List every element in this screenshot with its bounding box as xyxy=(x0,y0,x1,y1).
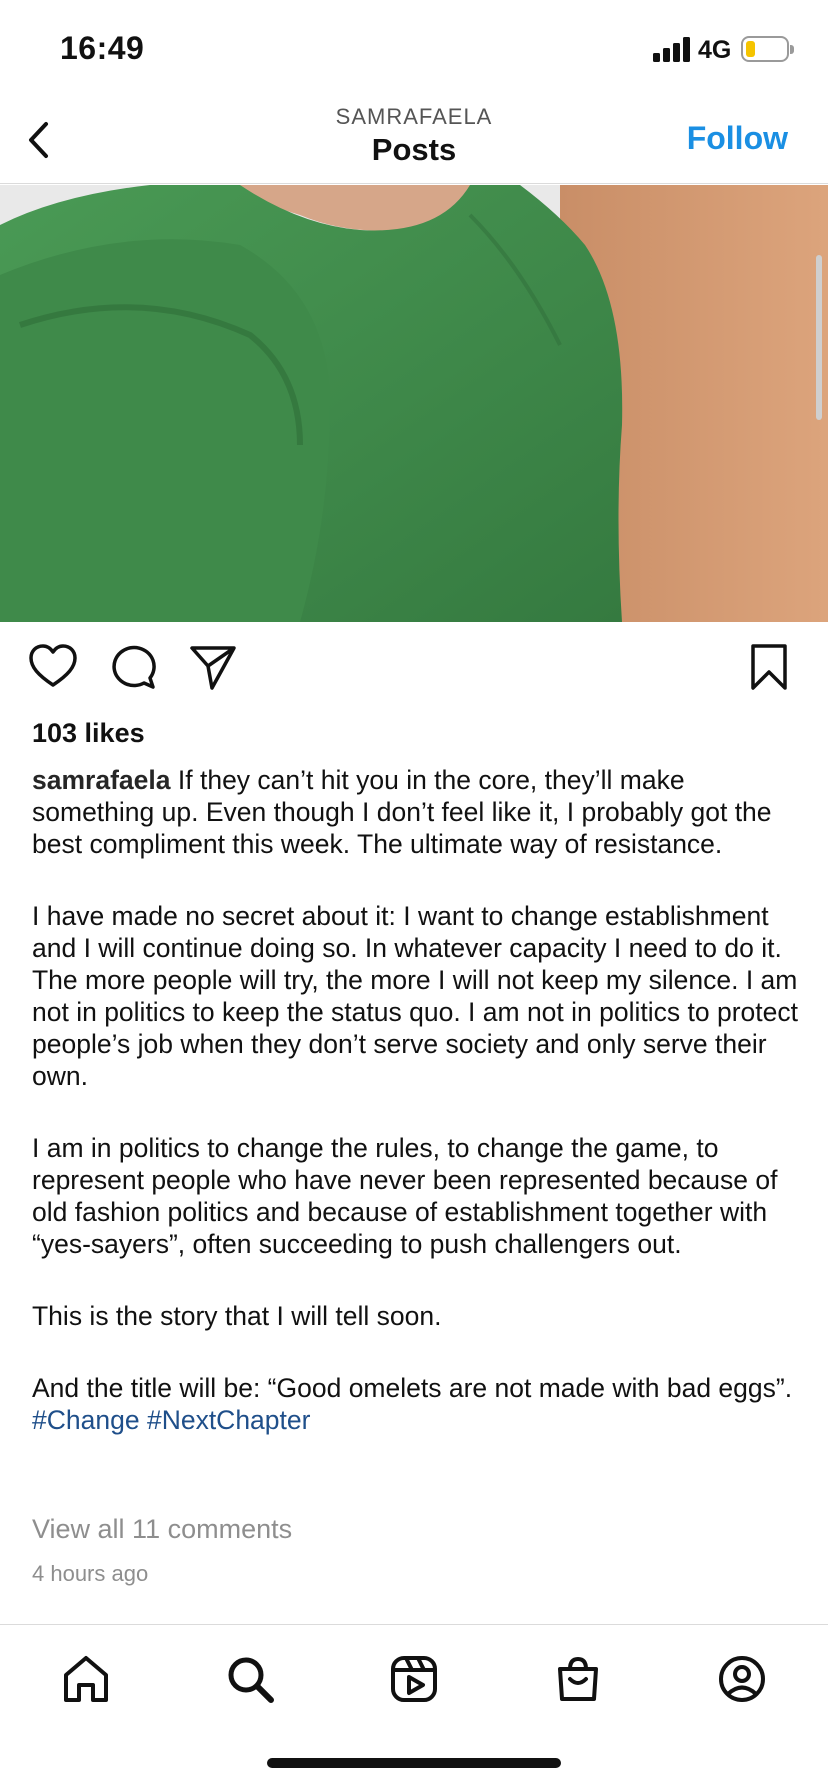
post-image[interactable] xyxy=(0,185,828,622)
caption-paragraph: samrafaela If they can’t hit you in the … xyxy=(32,764,802,860)
hashtag-link[interactable]: #Change xyxy=(32,1405,140,1435)
network-type: 4G xyxy=(698,36,732,64)
home-indicator[interactable] xyxy=(267,1758,561,1768)
view-comments-link[interactable]: View all 11 comments xyxy=(32,1514,292,1545)
scroll-indicator xyxy=(816,255,822,420)
status-time: 16:49 xyxy=(60,30,145,66)
caption-text: And the title will be: “Good omelets are… xyxy=(32,1373,793,1403)
post-caption: samrafaela If they can’t hit you in the … xyxy=(32,764,802,1436)
likes-count[interactable]: 103 likes xyxy=(32,718,145,749)
shop-icon xyxy=(558,1656,598,1701)
like-button[interactable] xyxy=(26,640,80,694)
save-button[interactable] xyxy=(742,640,796,694)
reels-icon xyxy=(391,1656,437,1702)
caption-paragraph: I am in politics to change the rules, to… xyxy=(32,1133,778,1259)
caption-paragraph: And the title will be: “Good omelets are… xyxy=(32,1372,802,1436)
search-icon xyxy=(228,1657,274,1703)
bookmark-icon xyxy=(751,644,787,690)
follow-button[interactable]: Follow xyxy=(687,120,788,157)
comment-button[interactable] xyxy=(106,640,160,694)
battery-icon xyxy=(741,36,794,62)
hashtag-link[interactable]: #NextChapter xyxy=(147,1405,311,1435)
tab-home[interactable] xyxy=(60,1653,112,1705)
tab-reels[interactable] xyxy=(388,1653,440,1705)
status-bar: 16:49 4G xyxy=(0,0,828,100)
home-icon xyxy=(64,1656,108,1702)
caption-paragraph: I have made no secret about it: I want t… xyxy=(32,901,798,1091)
share-button[interactable] xyxy=(186,640,240,694)
comment-icon xyxy=(112,645,156,689)
caption-paragraph: This is the story that I will tell soon. xyxy=(32,1301,442,1331)
tab-bar xyxy=(0,1624,828,1724)
post-actions xyxy=(0,640,828,700)
caption-username[interactable]: samrafaela xyxy=(32,765,171,795)
tab-shop[interactable] xyxy=(552,1653,604,1705)
profile-icon xyxy=(719,1656,765,1702)
tab-profile[interactable] xyxy=(716,1653,768,1705)
nav-header: SAMRAFAELA Posts Follow xyxy=(0,100,828,184)
tab-search[interactable] xyxy=(224,1653,276,1705)
post-timestamp: 4 hours ago xyxy=(32,1561,149,1586)
heart-icon xyxy=(29,644,77,687)
share-icon xyxy=(190,646,236,690)
signal-icon xyxy=(653,36,691,62)
